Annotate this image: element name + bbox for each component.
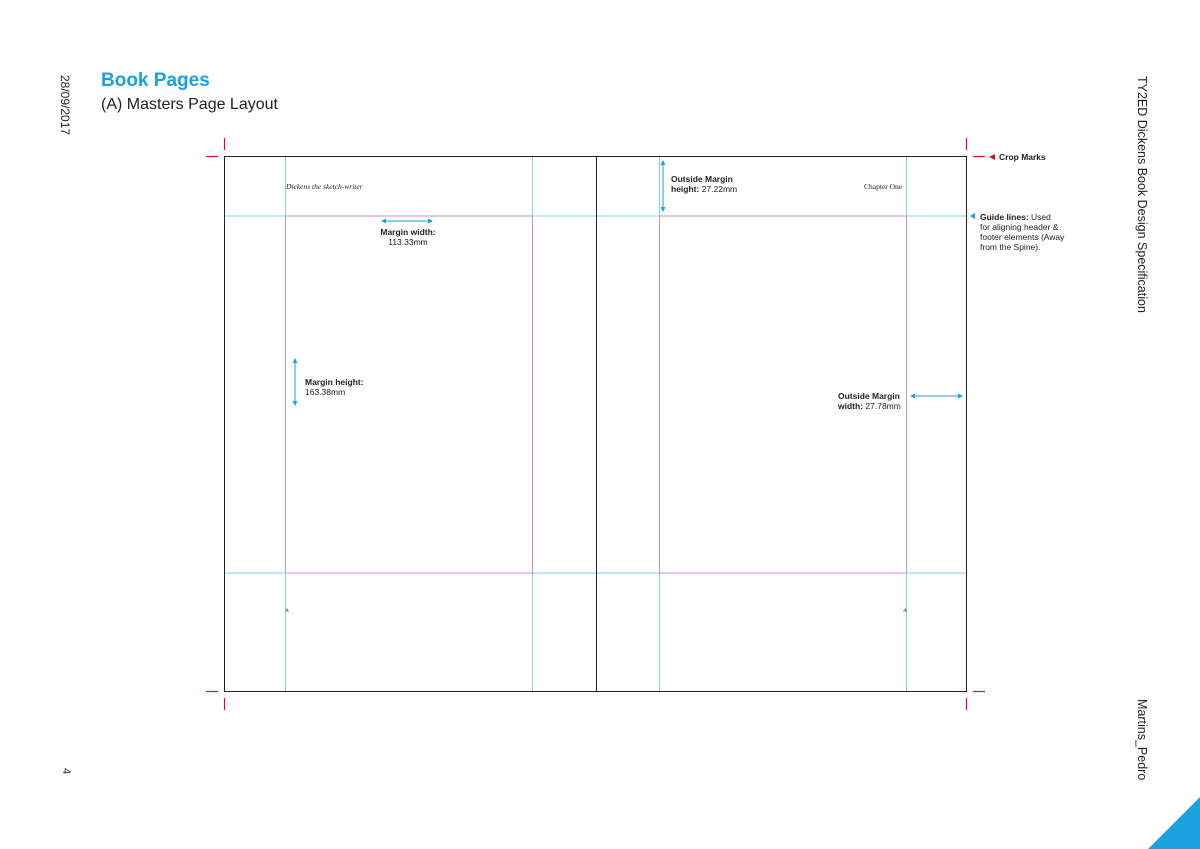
crop-marks-label: Crop Marks bbox=[999, 152, 1046, 162]
guide-lines-text: footer elements (Away bbox=[980, 232, 1065, 242]
guide-lines-label: Guide lines: bbox=[980, 212, 1029, 222]
margin-width-value: 113.33mm bbox=[388, 237, 428, 247]
guide-lines-pointer-icon bbox=[970, 213, 975, 219]
guide-lines-text: Used bbox=[1028, 212, 1051, 222]
outside-margin-height-note: Outside Margin height: 27.22mm bbox=[671, 174, 737, 194]
margin-height-arrow-icon bbox=[292, 358, 298, 406]
guide-lines-text: from the Spine). bbox=[980, 242, 1041, 252]
right-running-head: Chapter One bbox=[864, 182, 903, 191]
margin-height-label: Margin height: bbox=[305, 377, 364, 387]
margin-height-note: Margin height: 163.38mm bbox=[305, 377, 364, 397]
outside-margin-width-label: width: bbox=[838, 401, 864, 411]
outside-margin-height-value: 27.22mm bbox=[701, 184, 738, 194]
outside-margin-width-note: Outside Margin width: 27.78mm bbox=[838, 391, 901, 411]
outside-margin-height-label: Outside Margin bbox=[671, 174, 733, 184]
outside-margin-width-label: Outside Margin bbox=[838, 391, 900, 401]
left-folio: A bbox=[285, 608, 289, 614]
guide-lines-text: for aligning header & bbox=[980, 222, 1059, 232]
guide-lines-note: Guide lines: Used for aligning header & … bbox=[980, 212, 1064, 252]
outside-margin-height-arrow-icon bbox=[660, 160, 666, 212]
margin-width-note: Margin width: 113.33mm bbox=[378, 227, 438, 247]
corner-triangle bbox=[1148, 797, 1200, 849]
outside-margin-width-value: 27.78mm bbox=[865, 401, 901, 411]
crop-marks-pointer-icon bbox=[989, 154, 995, 160]
right-folio: A bbox=[903, 608, 907, 614]
outside-margin-width-arrow-icon bbox=[910, 393, 963, 399]
margin-width-arrow-icon bbox=[381, 218, 433, 224]
spread-diagram bbox=[206, 138, 995, 710]
margin-height-value: 163.38mm bbox=[305, 387, 346, 397]
outside-margin-height-label: height: bbox=[671, 184, 700, 194]
margin-width-label: Margin width: bbox=[380, 227, 436, 237]
crop-marks bbox=[206, 138, 985, 710]
spread-border bbox=[224, 156, 967, 692]
left-running-head: Dickens the sketch-writer bbox=[286, 182, 363, 191]
